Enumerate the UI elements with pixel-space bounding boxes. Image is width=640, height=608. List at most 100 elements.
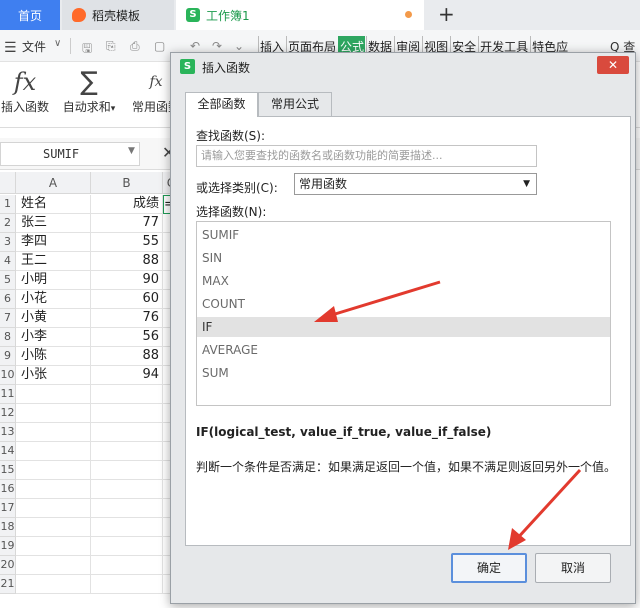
grid-cell[interactable] [91, 423, 163, 442]
grid-cell[interactable] [91, 575, 163, 594]
grid-cell[interactable] [16, 556, 91, 575]
row-header[interactable]: 14 [0, 442, 16, 461]
grid-cell[interactable]: 小黄 [16, 309, 91, 328]
row-header[interactable]: 5 [0, 271, 16, 290]
save-icon[interactable]: 🖫 [82, 39, 92, 60]
row-header[interactable]: 17 [0, 499, 16, 518]
grid-cell[interactable]: 90 [91, 271, 163, 290]
function-item-max[interactable]: MAX [197, 271, 610, 291]
grid-cell[interactable] [91, 499, 163, 518]
grid-cell[interactable] [91, 556, 163, 575]
customize-chevron-icon[interactable]: ⌄ [234, 39, 244, 53]
print-icon[interactable]: ⎙ [130, 39, 140, 54]
row-header[interactable]: 13 [0, 423, 16, 442]
row-header[interactable]: 8 [0, 328, 16, 347]
grid-cell[interactable] [16, 423, 91, 442]
tab-workbook[interactable]: S 工作簿1 [176, 0, 424, 30]
grid-cell[interactable]: 56 [91, 328, 163, 347]
row-header[interactable]: 7 [0, 309, 16, 328]
name-box[interactable]: SUMIF [0, 142, 140, 166]
row-header[interactable]: 10 [0, 366, 16, 385]
grid-cell[interactable] [16, 499, 91, 518]
function-search-input[interactable]: 请输入您要查找的函数名或函数功能的简要描述... [196, 145, 537, 167]
tab-home[interactable]: 首页 [0, 0, 60, 30]
function-item-sin[interactable]: SIN [197, 248, 610, 268]
grid-cell[interactable] [91, 442, 163, 461]
ok-button[interactable]: 确定 [451, 553, 527, 583]
grid-cell[interactable]: 李四 [16, 233, 91, 252]
insert-function-button[interactable]: fx 插入函数 [0, 66, 50, 115]
grid-cell[interactable]: 王二 [16, 252, 91, 271]
hamburger-menu-icon[interactable]: ☰ [4, 40, 17, 56]
grid-cell[interactable]: 小陈 [16, 347, 91, 366]
category-select[interactable]: 常用函数 ▼ [294, 173, 537, 195]
autosum-button[interactable]: ∑ 自动求和▾ [58, 66, 120, 115]
grid-cell[interactable] [16, 385, 91, 404]
grid-cell[interactable] [16, 404, 91, 423]
grid-cell[interactable]: 成绩 [91, 195, 163, 214]
grid-cell[interactable] [16, 442, 91, 461]
close-button[interactable]: ✕ [597, 56, 629, 74]
grid-cell[interactable]: 小明 [16, 271, 91, 290]
tab-daoke-templates[interactable]: 稻壳模板 [62, 0, 174, 30]
redo-icon[interactable]: ↷ [212, 39, 222, 53]
grid-cell[interactable]: 60 [91, 290, 163, 309]
select-all-corner[interactable] [0, 172, 16, 194]
function-item-count[interactable]: COUNT [197, 294, 610, 314]
file-menu[interactable]: 文件 [22, 38, 46, 55]
function-item-sum[interactable]: SUM [197, 363, 610, 383]
row-header[interactable]: 3 [0, 233, 16, 252]
cancel-button[interactable]: 取消 [535, 553, 611, 583]
row-header[interactable]: 9 [0, 347, 16, 366]
row-header[interactable]: 21 [0, 575, 16, 594]
grid-cell[interactable]: 小张 [16, 366, 91, 385]
function-item-sumif[interactable]: SUMIF [197, 225, 610, 245]
grid-cell[interactable] [16, 518, 91, 537]
print-preview-icon[interactable]: ▢ [154, 39, 165, 53]
grid-cell[interactable] [91, 404, 163, 423]
grid-cell[interactable] [16, 480, 91, 499]
row-header[interactable]: 4 [0, 252, 16, 271]
grid-cell[interactable]: 小李 [16, 328, 91, 347]
undo-icon[interactable]: ↶ [190, 39, 200, 53]
row-header[interactable]: 16 [0, 480, 16, 499]
column-header-b[interactable]: B [91, 172, 163, 194]
grid-cell[interactable]: 88 [91, 252, 163, 271]
grid-cell[interactable] [16, 575, 91, 594]
grid-cell[interactable]: 76 [91, 309, 163, 328]
chevron-down-icon[interactable]: ∨ [54, 38, 61, 49]
column-header-a[interactable]: A [16, 172, 91, 194]
function-item-if[interactable]: IF [197, 317, 610, 337]
grid-cell[interactable]: 姓名 [16, 195, 91, 214]
row-header[interactable]: 18 [0, 518, 16, 537]
grid-cell[interactable]: 小花 [16, 290, 91, 309]
row-header[interactable]: 19 [0, 537, 16, 556]
tab-common-formulas[interactable]: 常用公式 [258, 92, 332, 116]
tab-all-functions[interactable]: 全部函数 [185, 92, 258, 117]
grid-cell[interactable] [91, 480, 163, 499]
grid-cell[interactable]: 张三 [16, 214, 91, 233]
grid-cell[interactable] [16, 461, 91, 480]
row-header[interactable]: 2 [0, 214, 16, 233]
chevron-down-icon[interactable]: ▼ [128, 146, 135, 156]
row-header[interactable]: 1 [0, 195, 16, 214]
dialog-title-bar[interactable]: S 插入函数 ✕ [171, 53, 635, 79]
function-item-average[interactable]: AVERAGE [197, 340, 610, 360]
grid-cell[interactable]: 88 [91, 347, 163, 366]
export-pdf-icon[interactable]: ⎘ [106, 39, 116, 54]
row-header[interactable]: 20 [0, 556, 16, 575]
function-list[interactable]: SUMIF SIN MAX COUNT IF AVERAGE SUM [196, 221, 611, 406]
grid-cell[interactable] [91, 537, 163, 556]
row-header[interactable]: 12 [0, 404, 16, 423]
grid-cell[interactable] [91, 385, 163, 404]
row-header[interactable]: 15 [0, 461, 16, 480]
row-header[interactable]: 6 [0, 290, 16, 309]
grid-cell[interactable] [91, 461, 163, 480]
new-tab-button[interactable]: + [438, 2, 455, 26]
grid-cell[interactable] [91, 518, 163, 537]
grid-cell[interactable]: 77 [91, 214, 163, 233]
grid-cell[interactable] [16, 537, 91, 556]
grid-cell[interactable]: 55 [91, 233, 163, 252]
grid-cell[interactable]: 94 [91, 366, 163, 385]
row-header[interactable]: 11 [0, 385, 16, 404]
